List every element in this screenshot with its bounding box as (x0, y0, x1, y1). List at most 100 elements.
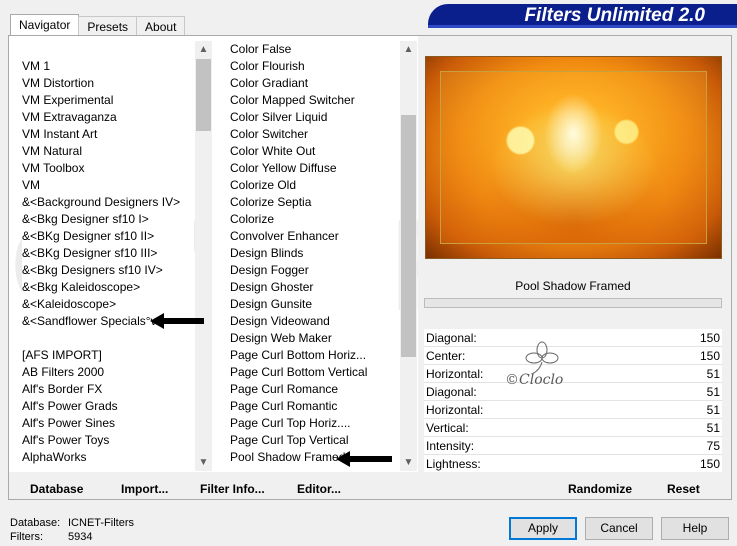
param-row[interactable]: Horizontal: 51 (424, 365, 722, 383)
scroll-up-icon[interactable]: ▲ (195, 41, 212, 58)
list-item[interactable]: VM Natural (22, 143, 194, 160)
list-item[interactable]: &<BKg Designer sf10 II> (22, 228, 194, 245)
tab-about[interactable]: About (136, 16, 186, 36)
list-item[interactable]: Color Mapped Switcher (230, 92, 398, 109)
scroll-up-icon[interactable]: ▲ (400, 41, 417, 58)
preview-image (425, 56, 722, 259)
list-item[interactable]: AlphaWorks (22, 449, 194, 466)
reset-button[interactable]: Reset (667, 482, 700, 496)
list-item[interactable]: Color Switcher (230, 126, 398, 143)
list-item[interactable]: Alf's Power Sines (22, 415, 194, 432)
list-item[interactable]: &<Kaleidoscope> (22, 296, 194, 313)
list-item[interactable]: Color Silver Liquid (230, 109, 398, 126)
param-value[interactable]: 75 (707, 437, 720, 455)
list-item[interactable]: AB Filters 2000 (22, 364, 194, 381)
list-item[interactable]: &<Bkg Designers sf10 IV> (22, 262, 194, 279)
param-value[interactable]: 51 (707, 383, 720, 401)
param-value[interactable]: 150 (700, 329, 720, 347)
list-item[interactable]: Page Curl Bottom Horiz... (230, 347, 398, 364)
import-button[interactable]: Import... (121, 482, 168, 496)
scroll-down-icon[interactable]: ▼ (400, 454, 417, 471)
list-item[interactable]: Page Curl Romantic (230, 398, 398, 415)
filter-list-scrollbar[interactable]: ▲ ▼ (400, 41, 417, 471)
list-item[interactable]: &<Bkg Kaleidoscope> (22, 279, 194, 296)
list-item[interactable]: &<BKg Designer sf10 III> (22, 245, 194, 262)
list-item[interactable]: Design Gunsite (230, 296, 398, 313)
apply-button[interactable]: Apply (509, 517, 577, 540)
list-item[interactable]: VM 1 (22, 58, 194, 75)
param-value[interactable]: 150 (700, 455, 720, 473)
list-item[interactable]: Design Videowand (230, 313, 398, 330)
left-arrow-icon (150, 313, 204, 329)
filter-info-button[interactable]: Filter Info... (200, 482, 265, 496)
list-item[interactable]: Convolver Enhancer (230, 228, 398, 245)
randomize-button[interactable]: Randomize (568, 482, 632, 496)
param-label: Intensity: (426, 439, 475, 453)
scroll-thumb[interactable] (196, 59, 211, 131)
list-item[interactable]: Color False (230, 41, 398, 58)
param-row[interactable]: Diagonal: 150 (424, 329, 722, 347)
progress-bar (424, 298, 722, 308)
list-item[interactable]: VM Distortion (22, 75, 194, 92)
param-row[interactable]: Diagonal: 51 (424, 383, 722, 401)
param-label: Lightness: (426, 457, 481, 471)
param-label: Vertical: (426, 421, 469, 435)
category-list-scrollbar[interactable]: ▲ ▼ (195, 41, 212, 471)
list-item[interactable]: Colorize Septia (230, 194, 398, 211)
list-item[interactable]: Design Ghoster (230, 279, 398, 296)
scroll-thumb[interactable] (401, 115, 416, 357)
status-database-label: Database: (10, 517, 61, 529)
list-item[interactable]: Color White Out (230, 143, 398, 160)
database-button[interactable]: Database (30, 482, 83, 496)
scroll-down-icon[interactable]: ▼ (195, 454, 212, 471)
param-value[interactable]: 51 (707, 401, 720, 419)
tab-navigator[interactable]: Navigator (10, 14, 80, 36)
list-item[interactable]: VM Toolbox (22, 160, 194, 177)
list-item[interactable]: Design Blinds (230, 245, 398, 262)
list-item[interactable]: Design Web Maker (230, 330, 398, 347)
help-button[interactable]: Help (661, 517, 729, 540)
list-item[interactable]: Page Curl Top Vertical (230, 432, 398, 449)
list-item[interactable]: VM (22, 177, 194, 194)
param-value[interactable]: 51 (707, 365, 720, 383)
param-label: Horizontal: (426, 367, 484, 381)
list-item[interactable]: &<Background Designers IV> (22, 194, 194, 211)
editor-button[interactable]: Editor... (297, 482, 341, 496)
param-label: Horizontal: (426, 403, 484, 417)
list-item[interactable]: Alf's Border FX (22, 381, 194, 398)
list-item[interactable]: Alf's Power Grads (22, 398, 194, 415)
list-item[interactable]: Colorize (230, 211, 398, 228)
category-list[interactable]: VM 1 VM Distortion VM Experimental VM Ex… (22, 41, 194, 471)
list-item[interactable]: Color Gradiant (230, 75, 398, 92)
list-item[interactable]: Color Yellow Diffuse (230, 160, 398, 177)
list-item[interactable]: Alf's Power Toys (22, 432, 194, 449)
param-value[interactable]: 51 (707, 419, 720, 437)
list-item[interactable]: VM Extravaganza (22, 109, 194, 126)
param-row[interactable]: Vertical: 51 (424, 419, 722, 437)
list-item[interactable]: VM Experimental (22, 92, 194, 109)
list-item[interactable]: Color Flourish (230, 58, 398, 75)
filter-list[interactable]: Color False Color Flourish Color Gradian… (230, 41, 398, 471)
flower-logo-icon (525, 341, 559, 375)
status-filters-value: 5934 (68, 531, 93, 543)
param-row[interactable]: Intensity: 75 (424, 437, 722, 455)
list-item[interactable]: [AFS IMPORT] (22, 347, 194, 364)
list-item[interactable]: &<Bkg Designer sf10 I> (22, 211, 194, 228)
param-label: Center: (426, 349, 466, 363)
list-item[interactable]: VM Instant Art (22, 126, 194, 143)
list-item[interactable]: Page Curl Romance (230, 381, 398, 398)
list-item[interactable]: Page Curl Bottom Vertical (230, 364, 398, 381)
cancel-button[interactable]: Cancel (585, 517, 653, 540)
tab-presets[interactable]: Presets (78, 16, 138, 36)
list-item[interactable]: Page Curl Top Horiz.... (230, 415, 398, 432)
param-row[interactable]: Horizontal: 51 (424, 401, 722, 419)
left-arrow-icon (336, 451, 392, 467)
param-row[interactable]: Lightness: 150 (424, 455, 722, 473)
param-row[interactable]: Center: 150 (424, 347, 722, 365)
list-item[interactable]: Design Fogger (230, 262, 398, 279)
selected-filter-name: Pool Shadow Framed (515, 279, 631, 293)
tab-bar: Navigator Presets About (10, 14, 186, 36)
list-item[interactable]: Colorize Old (230, 177, 398, 194)
param-value[interactable]: 150 (700, 347, 720, 365)
param-label: Diagonal: (426, 385, 477, 399)
